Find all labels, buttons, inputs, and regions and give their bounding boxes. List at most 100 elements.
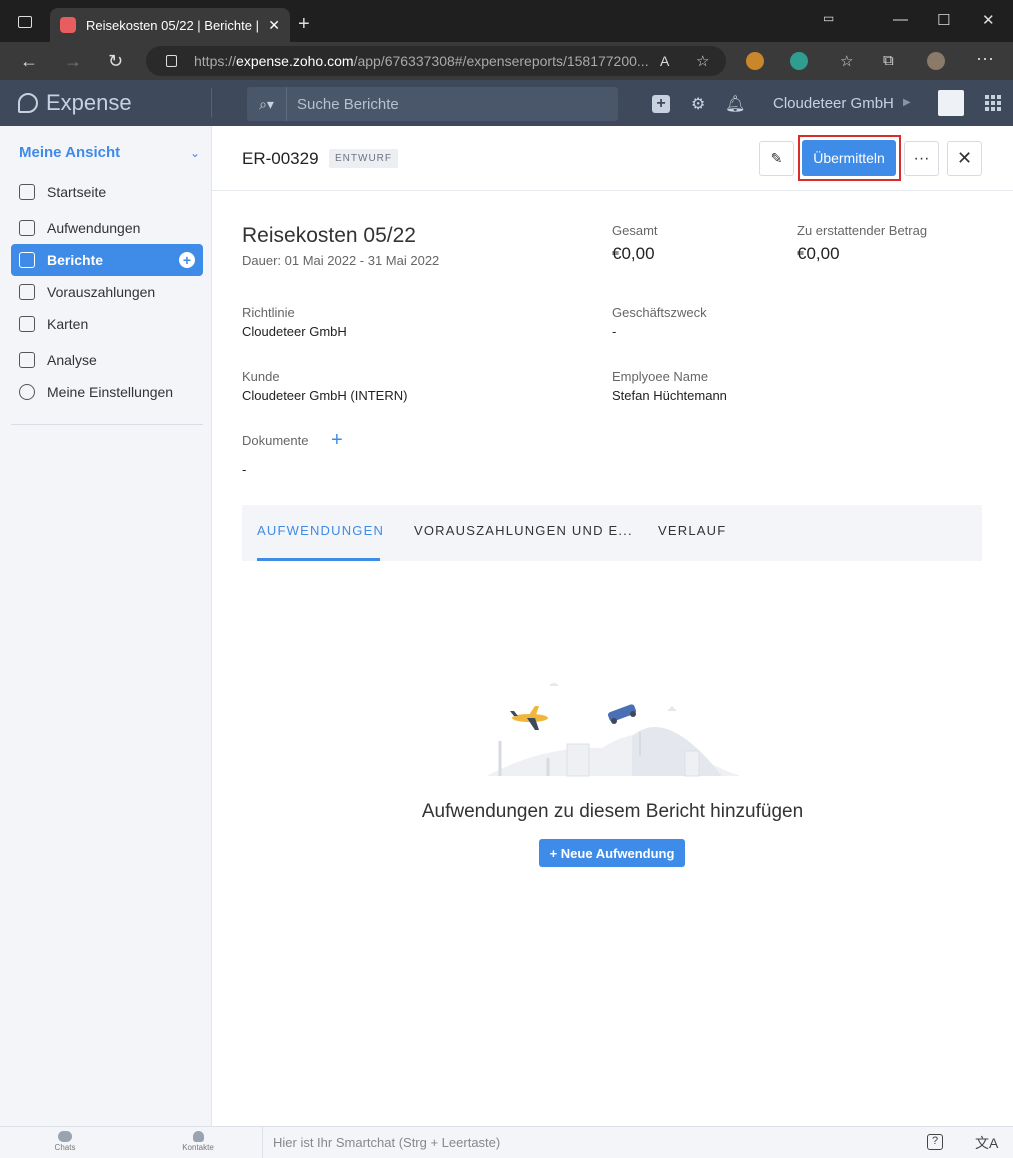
- header-divider: [212, 190, 1013, 191]
- url-field[interactable]: https://expense.zoho.com/app/676337308#/…: [146, 46, 726, 76]
- expense-logo[interactable]: Expense: [18, 90, 132, 116]
- employee-value: Stefan Hüchtemann: [612, 388, 727, 403]
- tab-actions-icon[interactable]: [18, 16, 32, 28]
- close-icon: ✕: [956, 148, 973, 168]
- more-menu-icon[interactable]: ···: [976, 48, 994, 69]
- close-tab-icon[interactable]: ✕: [268, 17, 280, 34]
- search-filter-icon[interactable]: ⌕▾: [247, 87, 287, 121]
- translate-icon[interactable]: 文A: [975, 1133, 998, 1153]
- collections-icon[interactable]: ⧉: [883, 52, 894, 69]
- active-tab-indicator: [257, 558, 380, 561]
- sidebar-item-label: Startseite: [47, 184, 107, 200]
- extension-icon[interactable]: [746, 52, 764, 70]
- employee-label: Emplyoee Name: [612, 369, 709, 384]
- gear-icon: [19, 384, 35, 400]
- contacts-button[interactable]: Kontakte: [168, 1131, 228, 1152]
- reimburse-value: €0,00: [797, 244, 840, 263]
- new-expense-label: Neue Aufwendung: [560, 845, 675, 861]
- user-avatar[interactable]: [938, 90, 964, 116]
- view-selector[interactable]: Meine Ansicht: [19, 144, 120, 161]
- bottom-bar: Chats Kontakte Hier ist Ihr Smartchat (S…: [0, 1126, 1013, 1158]
- report-detail: ER-00329 ENTWURF ✎ Übermitteln ··· ✕ Rei…: [212, 126, 1013, 1126]
- documents-label: Dokumente: [242, 433, 309, 448]
- sidebar: Meine Ansicht ⌄ Startseite Aufwendungen …: [0, 126, 212, 1126]
- browser-tab[interactable]: Reisekosten 05/22 | Berichte | Zo ✕: [50, 8, 290, 42]
- read-aloud-icon[interactable]: A: [660, 53, 669, 69]
- receipt-icon: [19, 220, 35, 236]
- url-domain: expense.zoho.com: [236, 53, 354, 69]
- policy-value: Cloudeteer GmbH: [242, 324, 347, 339]
- car-icon: [607, 704, 637, 724]
- sidebar-item-vorauszahlungen[interactable]: Vorauszahlungen: [11, 276, 203, 308]
- new-expense-button[interactable]: + Neue Aufwendung: [539, 839, 685, 867]
- bottom-divider: [262, 1127, 263, 1158]
- home-icon: [19, 184, 35, 200]
- close-button[interactable]: ✕: [947, 141, 982, 176]
- documents-value: -: [242, 462, 247, 477]
- status-badge: ENTWURF: [329, 149, 398, 168]
- sidebar-item-label: Aufwendungen: [47, 220, 141, 236]
- settings-gear-icon[interactable]: ⚙: [691, 94, 705, 114]
- minimize-icon[interactable]: —: [893, 11, 908, 28]
- sidebar-item-berichte[interactable]: Berichte +: [11, 244, 203, 276]
- extension-icon[interactable]: [790, 52, 808, 70]
- sidebar-item-einstellungen[interactable]: Meine Einstellungen: [11, 376, 203, 408]
- empty-state-text: Aufwendungen zu diesem Bericht hinzufüge…: [421, 801, 804, 822]
- sidebar-item-startseite[interactable]: Startseite: [11, 176, 203, 208]
- maximize-icon[interactable]: ☐: [937, 11, 950, 29]
- tab-vorauszahlungen[interactable]: VORAUSZAHLUNGEN UND E...: [414, 523, 633, 538]
- app-header: Expense ⌕▾ + ⚙ 🔔︎ Cloudeteer GmbH ▶: [0, 80, 1013, 126]
- customer-value: Cloudeteer GmbH (INTERN): [242, 388, 408, 403]
- sidebar-item-label: Meine Einstellungen: [47, 384, 174, 400]
- add-report-icon[interactable]: +: [179, 252, 195, 268]
- app-name: Expense: [46, 90, 132, 115]
- wallet-icon: [19, 284, 35, 300]
- reload-icon[interactable]: ↻: [108, 51, 123, 72]
- customer-label: Kunde: [242, 369, 280, 384]
- browser-tab-bar: Reisekosten 05/22 | Berichte | Zo ✕ + ▭ …: [0, 0, 1013, 42]
- reimburse-label: Zu erstattender Betrag: [797, 223, 928, 238]
- favorite-add-icon[interactable]: ☆: [696, 52, 709, 70]
- new-tab-icon[interactable]: +: [298, 13, 310, 36]
- chevron-down-icon[interactable]: ⌄: [190, 146, 200, 160]
- search-box: ⌕▾: [247, 87, 618, 121]
- add-document-icon[interactable]: +: [331, 429, 343, 452]
- app-grid-icon[interactable]: [985, 95, 1001, 111]
- organization-name[interactable]: Cloudeteer GmbH: [773, 95, 894, 112]
- tab-verlauf[interactable]: VERLAUF: [658, 523, 726, 538]
- tab-aufwendungen[interactable]: AUFWENDUNGEN: [257, 523, 384, 538]
- expense-logo-icon: [18, 93, 38, 113]
- quick-create-icon[interactable]: +: [652, 95, 670, 113]
- folder-icon: [19, 252, 35, 268]
- chat-bubble-icon: [58, 1131, 72, 1142]
- purpose-label: Geschäftszweck: [612, 305, 707, 320]
- window-restore-tabs-icon[interactable]: ▭: [823, 11, 834, 25]
- plus-icon: +: [549, 845, 561, 861]
- more-actions-button[interactable]: ···: [904, 141, 939, 176]
- search-input[interactable]: [287, 95, 618, 113]
- help-icon[interactable]: ?: [927, 1134, 943, 1150]
- profile-avatar[interactable]: [927, 52, 945, 70]
- notification-bell-icon[interactable]: 🔔︎: [725, 94, 745, 114]
- pencil-icon: ✎: [770, 150, 783, 166]
- sidebar-item-aufwendungen[interactable]: Aufwendungen: [11, 212, 203, 244]
- lock-icon[interactable]: [166, 55, 177, 67]
- sidebar-item-analyse[interactable]: Analyse: [11, 344, 203, 376]
- submit-button[interactable]: Übermitteln: [802, 140, 896, 176]
- smartchat-input[interactable]: Hier ist Ihr Smartchat (Strg + Leertaste…: [273, 1135, 500, 1150]
- contact-person-icon: [192, 1131, 204, 1142]
- edit-button[interactable]: ✎: [759, 141, 794, 176]
- sidebar-item-label: Berichte: [47, 252, 104, 268]
- chats-button[interactable]: Chats: [35, 1131, 95, 1152]
- close-window-icon[interactable]: ✕: [982, 11, 995, 29]
- favorites-icon[interactable]: ☆: [840, 52, 853, 70]
- chevron-right-icon[interactable]: ▶: [903, 97, 911, 108]
- airplane-icon: [510, 706, 548, 730]
- sidebar-divider: [11, 424, 203, 425]
- forward-icon[interactable]: →: [64, 51, 82, 72]
- sidebar-item-label: Vorauszahlungen: [47, 284, 156, 300]
- back-icon[interactable]: ←: [20, 51, 38, 72]
- report-number: ER-00329: [242, 149, 319, 168]
- contacts-label: Kontakte: [182, 1143, 214, 1152]
- sidebar-item-karten[interactable]: Karten: [11, 308, 203, 340]
